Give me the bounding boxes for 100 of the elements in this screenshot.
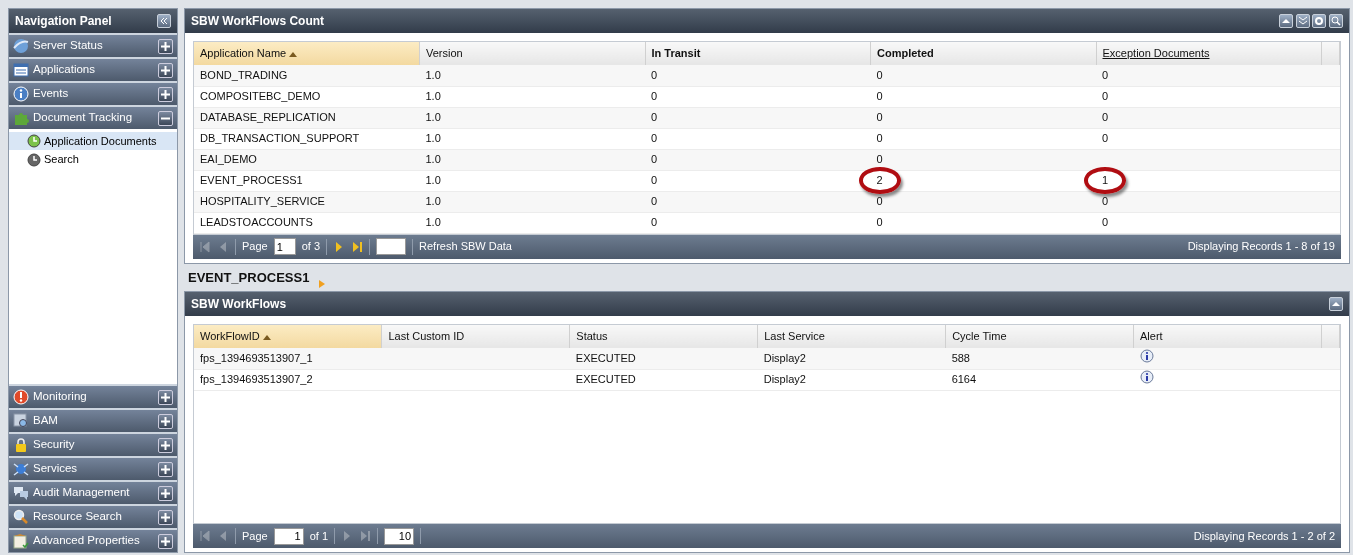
table-cell-text: 0 [876,152,883,168]
section-header[interactable]: Server Status [9,35,177,57]
table-cell-text: 0 [1102,215,1109,231]
triangle-up-icon [1280,16,1291,26]
column-header[interactable]: In Transit [645,42,871,65]
tree-item[interactable]: Search [9,150,177,169]
column-header[interactable]: Version [419,42,645,65]
page-label: Page [242,239,268,255]
page-size-field[interactable] [376,238,407,255]
info-icon [13,86,29,102]
column-header[interactable]: Last Service [757,325,946,348]
section-header[interactable]: Services [9,458,177,480]
record-status: Displaying Records 1 - 8 of 19 [1187,239,1335,255]
first-page-button[interactable] [199,530,211,542]
search-button[interactable] [1329,14,1343,28]
sort-arrow-icon [289,51,298,58]
page-label: Page [242,528,268,544]
page-count: of 3 [301,239,321,255]
column-header[interactable]: Completed [870,42,1096,65]
collapse-button[interactable] [157,14,171,28]
page-field[interactable]: 1 [273,238,296,255]
page-count: of 1 [309,528,329,544]
record-status: Displaying Records 1 - 2 of 2 [1193,528,1335,544]
table-cell-text: Display2 [763,351,806,366]
sort-arrow-icon [262,334,271,341]
section-header[interactable]: Audit Management [9,482,177,504]
table-cell-text: 6164 [951,372,977,388]
table-cell-text: EAI_DEMO [200,152,257,168]
table-cell-text: LEADSTOACCOUNTS [200,215,313,231]
table-cell-text: BOND_TRADING [200,68,288,83]
table-cell-text: DB_TRANSACTION_SUPPORT [200,131,360,147]
table-cell-text: 0 [651,110,658,126]
list-icon [13,62,29,78]
section-header[interactable]: Monitoring [9,386,177,408]
table-cell-text: Display2 [763,372,806,388]
table-cell-text: EXECUTED [575,372,636,388]
table-cell-text: 1.0 [425,194,441,210]
column-header[interactable]: WorkFlowID [194,325,382,348]
section-header[interactable]: Security [9,434,177,456]
section-header[interactable]: Applications [9,59,177,81]
table-cell-text: 0 [876,110,883,126]
expand-button[interactable] [1295,14,1310,28]
double-chevron-icon [1297,16,1308,26]
column-header[interactable]: Alert [1133,325,1322,348]
last-page-button[interactable] [359,530,372,542]
table-cell-text: 0 [651,194,658,210]
column-header[interactable]: Exception Documents [1096,42,1322,65]
table-cell-text: fps_1394693513907_2 [200,372,313,388]
table-cell-text: 0 [1102,131,1109,147]
search-icon [1331,16,1341,26]
table-cell-text: 1.0 [425,89,441,105]
collapse-button[interactable] [1278,14,1293,28]
collapse-button[interactable] [1329,297,1343,311]
clock-icon [27,134,41,148]
column-header[interactable]: Cycle Time [945,325,1134,348]
table-cell-text: COMPOSITEBC_DEMO [200,89,321,105]
table-cell-text: 1.0 [425,152,441,168]
table-cell-text: 0 [876,89,883,105]
table-cell-text: 0 [1102,89,1109,105]
table-cell-text: 1.0 [425,110,441,126]
arrow-icon [318,279,325,289]
first-page-button[interactable] [199,240,211,253]
clock-icon [27,152,41,167]
table-cell-text: 0 [876,215,883,231]
double-chevron-icon [159,16,169,26]
table-cell-text: 0 [876,68,883,83]
last-page-button[interactable] [351,240,364,253]
table-cell-text: EVENT_PROCESS1 [200,173,303,189]
globe-icon [13,38,29,54]
table-cell-text: EXECUTED [575,351,636,366]
table-cell-text: 0 [651,215,658,231]
page-size-field[interactable]: 10 [384,527,415,545]
section-header[interactable]: Advanced Properties [9,530,177,552]
breadcrumb-title: EVENT_PROCESS1 [187,268,311,287]
table-cell-text: 1.0 [425,215,441,231]
table-cell-text: 0 [1102,68,1109,83]
search-icon [13,509,29,525]
table-cell-text: fps_1394693513907_1 [200,351,313,366]
column-header[interactable]: Application Name [194,42,420,65]
section-header[interactable]: Document Tracking [9,107,177,129]
column-header[interactable]: Last Custom ID [381,325,570,348]
panel-title: SBW WorkFlows [191,296,287,313]
table-cell-text: 0 [876,194,883,210]
puzzle-icon [13,110,29,126]
table-cell-text: 0 [1102,194,1109,210]
section-header[interactable]: Resource Search [9,506,177,528]
refresh-button[interactable]: Refresh SBW Data [419,238,512,255]
panel-title: Navigation Panel [15,13,112,30]
tree-item[interactable]: Application Documents [9,131,177,151]
section-header[interactable]: Events [9,83,177,105]
table-cell-text: HOSPITALITY_SERVICE [200,194,325,210]
table-cell-text: 588 [951,351,970,366]
lock-icon [13,437,29,453]
speech-bubbles-icon [13,485,29,501]
section-header[interactable]: BAM [9,410,177,432]
table-cell-text: 0 [876,131,883,147]
settings-button[interactable] [1312,14,1327,28]
page-field[interactable]: 1 [273,527,304,545]
column-header[interactable]: Status [569,325,758,348]
table-cell-text: 0 [651,89,658,105]
